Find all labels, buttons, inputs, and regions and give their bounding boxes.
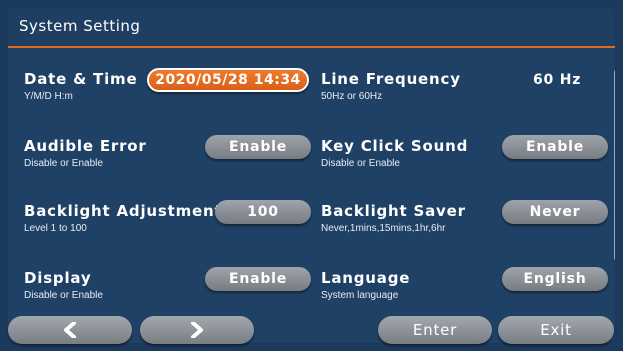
exit-button[interactable]: Exit xyxy=(498,316,614,344)
scrollbar[interactable] xyxy=(614,70,615,260)
title-bar: System Setting xyxy=(8,8,615,48)
key-click-sound-toggle-button[interactable]: Enable xyxy=(502,135,608,159)
setting-backlight-saver-name: Backlight Saver xyxy=(321,202,466,220)
window-title: System Setting xyxy=(19,17,141,35)
setting-backlight-adjustment: Backlight Adjustment Level 1 to 100 xyxy=(24,202,222,234)
chevron-right-icon xyxy=(190,322,204,338)
setting-date-time-hint: Y/M/D H:m xyxy=(24,91,73,102)
line-frequency-value[interactable]: 60 Hz xyxy=(533,72,581,88)
setting-display: Display Disable or Enable xyxy=(24,269,103,301)
enter-button[interactable]: Enter xyxy=(378,316,492,344)
setting-audible-error-name: Audible Error xyxy=(24,137,147,155)
setting-date-time: Date & Time Y/M/D H:m xyxy=(24,70,137,102)
backlight-saver-select-button[interactable]: Never xyxy=(502,200,608,224)
setting-backlight-saver-hint: Never,1mins,15mins,1hr,6hr xyxy=(321,223,446,234)
date-time-value-button[interactable]: 2020/05/28 14:34 xyxy=(147,68,309,92)
setting-audible-error: Audible Error Disable or Enable xyxy=(24,137,147,169)
setting-line-frequency: Line Frequency 50Hz or 60Hz xyxy=(321,70,461,102)
setting-language-hint: System language xyxy=(321,290,399,301)
setting-backlight-saver: Backlight Saver Never,1mins,15mins,1hr,6… xyxy=(321,202,466,234)
system-setting-window: System Setting Date & Time Y/M/D H:m 202… xyxy=(8,8,615,343)
setting-display-name: Display xyxy=(24,269,92,287)
audible-error-toggle-button[interactable]: Enable xyxy=(205,135,311,159)
backlight-adjustment-value-button[interactable]: 100 xyxy=(215,200,311,224)
setting-display-hint: Disable or Enable xyxy=(24,290,103,301)
prev-page-button[interactable] xyxy=(8,316,132,344)
setting-language-name: Language xyxy=(321,269,411,287)
setting-backlight-adjustment-name: Backlight Adjustment xyxy=(24,202,223,220)
display-toggle-button[interactable]: Enable xyxy=(205,267,311,291)
setting-line-frequency-name: Line Frequency xyxy=(321,70,461,88)
setting-key-click-sound-hint: Disable or Enable xyxy=(321,158,400,169)
setting-key-click-sound: Key Click Sound Disable or Enable xyxy=(321,137,468,169)
setting-backlight-adjustment-hint: Level 1 to 100 xyxy=(24,223,87,234)
setting-key-click-sound-name: Key Click Sound xyxy=(321,137,469,155)
next-page-button[interactable] xyxy=(140,316,254,344)
setting-date-time-name: Date & Time xyxy=(24,70,138,88)
setting-language: Language System language xyxy=(321,269,410,301)
setting-audible-error-hint: Disable or Enable xyxy=(24,158,103,169)
language-select-button[interactable]: English xyxy=(502,267,608,291)
chevron-left-icon xyxy=(63,322,77,338)
setting-line-frequency-hint: 50Hz or 60Hz xyxy=(321,91,383,102)
